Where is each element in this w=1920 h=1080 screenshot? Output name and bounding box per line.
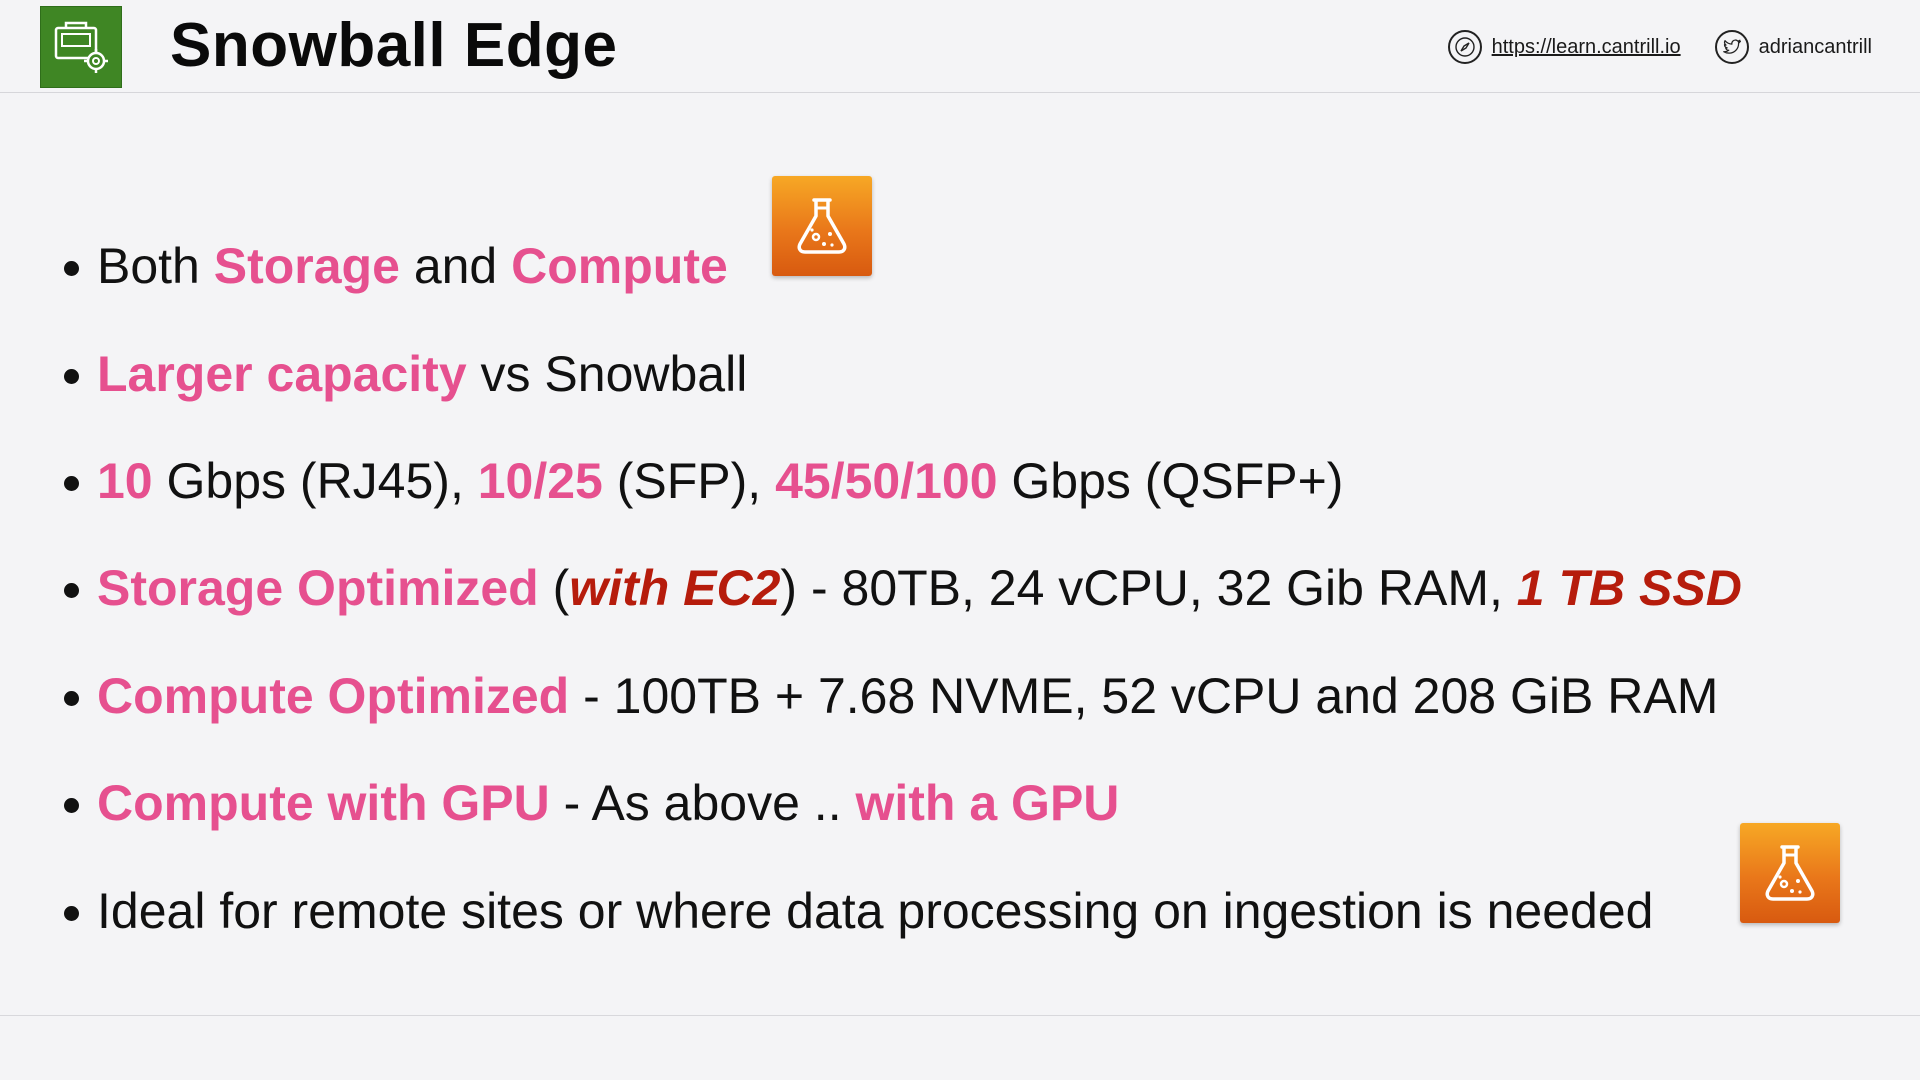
- footer-divider: [0, 1015, 1920, 1016]
- highlight-speed-sfp: 10/25: [477, 453, 603, 509]
- bullet-dot: [64, 690, 79, 706]
- compass-icon: [1447, 30, 1482, 64]
- bullet-text: Ideal for remote sites or where data pro…: [97, 883, 1654, 939]
- highlight-larger-capacity: Larger capacity: [97, 346, 467, 402]
- bullet-storage-and-compute: Both Storage and Compute: [64, 226, 728, 306]
- bullet-larger-capacity: Larger capacity vs Snowball: [64, 334, 747, 414]
- bullet-dot: [64, 905, 79, 921]
- website-url-link[interactable]: https://learn.cantrill.io: [1492, 36, 1681, 59]
- page-title: Snowball Edge: [170, 11, 618, 80]
- twitter-link-group[interactable]: adriancantrill: [1714, 30, 1872, 64]
- highlight-speed-qsfp: 45/50/100: [775, 453, 998, 509]
- highlight-speed-rj45: 10: [97, 453, 153, 509]
- bullet-text: - 100TB + 7.68 NVME, 52 vCPU and 208 GiB…: [569, 668, 1719, 724]
- highlight-compute-optimized: Compute Optimized: [97, 668, 570, 724]
- highlight-with-a-gpu: with a GPU: [855, 775, 1120, 831]
- highlight-compute: Compute: [511, 238, 728, 294]
- bullet-text: (: [538, 560, 570, 616]
- bullet-network-speeds: 10 Gbps (RJ45), 10/25 (SFP), 45/50/100 G…: [64, 441, 1343, 521]
- bullet-text: Gbps (RJ45),: [152, 453, 478, 509]
- website-link-group[interactable]: https://learn.cantrill.io: [1447, 30, 1681, 64]
- highlight-with-ec2: with EC2: [569, 560, 781, 616]
- slide-header: Snowball Edge https://learn.cantrill.io …: [0, 0, 1920, 93]
- bullet-text: and: [399, 238, 512, 294]
- bullet-compute-with-gpu: Compute with GPU - As above .. with a GP…: [64, 763, 1119, 843]
- bullet-text: ) - 80TB, 24 vCPU, 32 Gib RAM,: [780, 560, 1517, 616]
- bullet-dot: [64, 260, 79, 276]
- bullet-text: - As above ..: [549, 775, 856, 831]
- bullet-dot: [64, 797, 79, 813]
- bullet-ideal-remote-sites: Ideal for remote sites or where data pro…: [64, 871, 1653, 951]
- twitter-handle[interactable]: adriancantrill: [1759, 36, 1872, 59]
- bullet-dot: [64, 475, 79, 491]
- highlight-storage-optimized: Storage Optimized: [97, 560, 539, 616]
- highlight-storage: Storage: [213, 238, 400, 294]
- highlight-1tb-ssd: 1 TB SSD: [1516, 560, 1742, 616]
- bullet-text: Gbps (QSFP+): [997, 453, 1344, 509]
- header-links: https://learn.cantrill.io adriancantrill: [1414, 28, 1872, 66]
- highlight-compute-with-gpu: Compute with GPU: [97, 775, 550, 831]
- bullet-dot: [64, 368, 79, 384]
- flask-icon: [1740, 823, 1840, 923]
- bullet-text: (SFP),: [602, 453, 776, 509]
- bullet-dot: [64, 582, 79, 598]
- bullet-text: vs Snowball: [466, 346, 748, 402]
- twitter-bird-icon: [1714, 30, 1749, 64]
- bullet-storage-optimized: Storage Optimized ( with EC2 ) - 80TB, 2…: [64, 548, 1742, 628]
- snowball-edge-icon: [40, 6, 122, 88]
- flask-icon: [772, 176, 872, 276]
- bullet-compute-optimized: Compute Optimized - 100TB + 7.68 NVME, 5…: [64, 656, 1718, 736]
- bullet-text: Both: [97, 238, 214, 294]
